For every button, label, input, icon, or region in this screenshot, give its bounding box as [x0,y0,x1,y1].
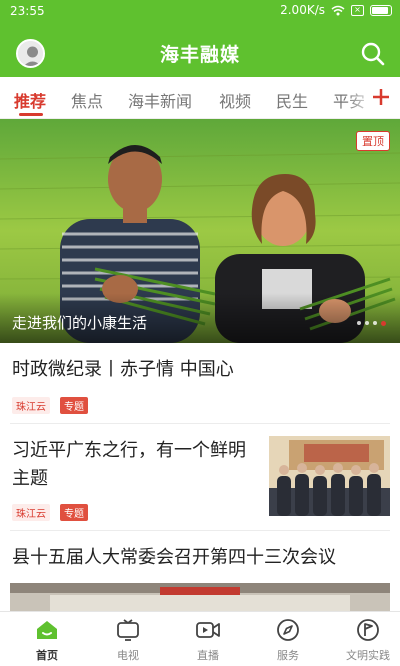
status-time: 23:55 [10,4,45,18]
nav-label: 文明实践 [346,649,390,662]
pinned-badge: 置顶 [356,131,390,151]
topic-tag: 专题 [60,504,88,521]
carousel-dot [357,321,361,325]
carousel-indicator [357,321,386,326]
source-tag: 珠江云 [12,397,50,414]
search-icon[interactable] [360,41,386,67]
live-icon [196,622,220,638]
news-thumbnail[interactable] [269,436,390,516]
source-tag: 珠江云 [12,504,50,521]
carousel-dot [365,321,369,325]
thumbnail-photo [269,436,390,516]
nav-services[interactable]: 服务 [248,612,328,666]
nav-label: 服务 [277,649,299,662]
app-title: 海丰融媒 [159,44,240,66]
topic-tag: 专题 [60,397,88,414]
nav-label: 电视 [117,649,139,662]
nav-label: 首页 [36,649,58,662]
tab-recommend[interactable]: 推荐 [14,88,46,112]
bottom-navigation: 首页 电视 直播 服务 文明实践 [0,611,400,666]
tab-focus[interactable]: 焦点 [71,88,103,112]
home-icon [37,621,57,639]
tv-icon [117,619,139,641]
category-tabs: 推荐 焦点 海丰新闻 视频 民生 平安 [0,77,400,119]
wifi-icon [331,5,345,15]
sim-icon: × [351,4,364,16]
status-icons: 2.00K/s × [280,3,392,17]
tab-video[interactable]: 视频 [219,88,251,112]
nav-home[interactable]: 首页 [7,612,87,666]
plus-icon[interactable] [372,85,390,109]
banner-caption: 走进我们的小康生活 [12,314,148,332]
news-photo [10,583,390,611]
news-title-line-2[interactable]: 主题 [12,465,48,493]
carousel-dot [373,321,377,325]
tab-haifeng-news[interactable]: 海丰新闻 [128,88,192,112]
network-speed: 2.00K/s [280,3,325,17]
divider [10,423,390,424]
app-header: 23:55 2.00K/s × 海丰融媒 [0,0,400,77]
flag-icon [357,619,379,641]
news-title[interactable]: 时政微纪录丨赤子情 中国心 [12,356,234,384]
featured-banner[interactable]: 置顶 走进我们的小康生活 [0,119,400,343]
tab-livelihood[interactable]: 民生 [276,88,308,112]
nav-label: 直播 [197,649,219,662]
carousel-dot-active [381,321,386,326]
nav-civilization-practice[interactable]: 文明实践 [328,612,400,666]
news-title-line-1[interactable]: 习近平广东之行，有一个鲜明 [12,437,246,465]
news-title[interactable]: 县十五届人大常委会召开第四十三次会议 [12,544,336,572]
compass-icon [277,619,299,641]
status-bar: 23:55 2.00K/s × [0,0,400,24]
nav-live[interactable]: 直播 [168,612,248,666]
divider [10,530,390,531]
active-tab-indicator [19,113,43,116]
battery-icon [370,4,392,16]
news-image[interactable] [10,583,390,611]
nav-tv[interactable]: 电视 [88,612,168,666]
